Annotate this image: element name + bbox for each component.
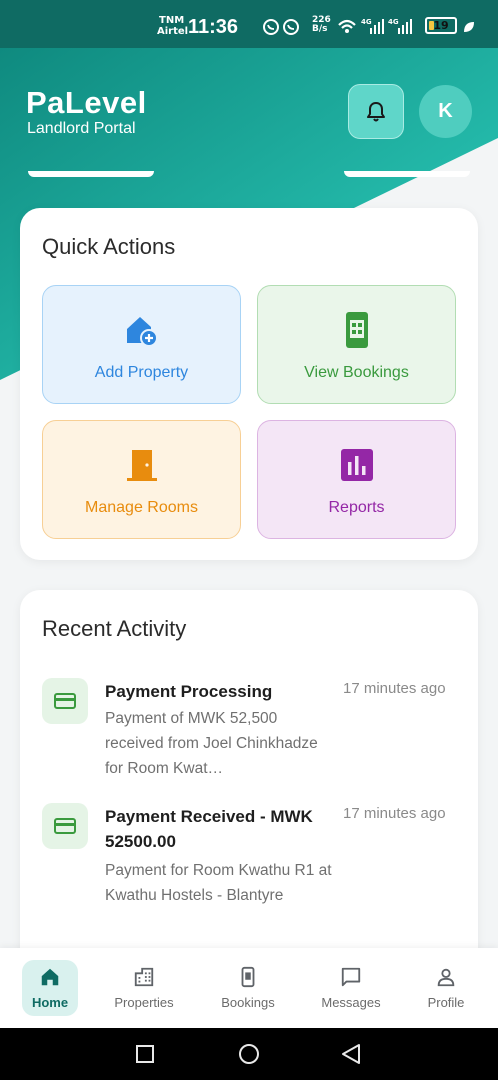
- nav-profile-label: Profile: [427, 995, 465, 1010]
- payment-icon-box: [42, 678, 88, 724]
- activity-title: Payment Processing: [105, 682, 273, 701]
- nav-bookings-label: Bookings: [221, 995, 275, 1010]
- svg-text:4G: 4G: [361, 18, 372, 26]
- clock: 11:36: [188, 16, 239, 38]
- reports-button[interactable]: Reports: [257, 420, 456, 539]
- home-system-icon[interactable]: [239, 1044, 259, 1064]
- bottom-navigation: Home Properties Bookings Messages Profil…: [0, 948, 498, 1028]
- reports-label: Reports: [328, 499, 385, 516]
- whatsapp-icon: [263, 19, 299, 35]
- activity-time: 17 minutes ago: [343, 680, 446, 697]
- quick-actions-title: Quick Actions: [42, 234, 176, 259]
- credit-card-icon: [54, 693, 76, 709]
- nav-properties-label: Properties: [114, 995, 174, 1010]
- activity-time: 17 minutes ago: [343, 805, 446, 822]
- system-navigation-bar: [0, 1028, 498, 1080]
- nav-messages[interactable]: Messages: [311, 948, 391, 1028]
- battery-indicator: 19: [425, 17, 457, 34]
- message-icon: [341, 967, 361, 987]
- manage-rooms-button[interactable]: Manage Rooms: [42, 420, 241, 539]
- quick-actions-card: Quick Actions Add Property View Bookings: [20, 208, 478, 560]
- view-bookings-label: View Bookings: [304, 364, 409, 381]
- whatsapp-notification-icons: [263, 18, 303, 40]
- recents-icon[interactable]: [136, 1045, 154, 1063]
- battery-level: 19: [433, 19, 449, 32]
- back-icon[interactable]: [342, 1044, 360, 1064]
- net-speed-unit: B/s: [312, 24, 328, 34]
- nav-messages-label: Messages: [321, 995, 381, 1010]
- activity-description: Payment for Room Kwathu R1 at Kwathu Hos…: [105, 862, 332, 904]
- home-icon: [41, 968, 59, 986]
- carrier-airtel: Airtel: [157, 26, 189, 37]
- add-property-label: Add Property: [94, 364, 189, 381]
- activity-description: Payment of MWK 52,500 received from Joel…: [105, 710, 318, 777]
- recent-activity-title: Recent Activity: [42, 616, 187, 641]
- stat-card-edge: [28, 171, 154, 177]
- app-brand: PaLevel: [26, 85, 147, 120]
- nav-home[interactable]: Home: [22, 948, 78, 1028]
- activity-title: Payment Received - MWK 52500.00: [105, 807, 313, 851]
- manage-rooms-label: Manage Rooms: [85, 499, 198, 516]
- nav-bookings[interactable]: Bookings: [208, 948, 288, 1028]
- avatar[interactable]: K: [419, 85, 472, 138]
- booking-icon: [241, 966, 255, 988]
- add-property-button[interactable]: Add Property: [42, 285, 241, 404]
- door-icon: [126, 450, 157, 481]
- payment-icon-box: [42, 803, 88, 849]
- leaf-icon: [464, 22, 474, 32]
- credit-card-icon: [54, 818, 76, 834]
- carrier-tnm: TNM: [159, 15, 185, 26]
- person-icon: [437, 968, 455, 987]
- bar-chart-icon: [340, 449, 373, 481]
- building-icon: [134, 967, 154, 987]
- carrier-label: TNM Airtel: [157, 15, 188, 37]
- stat-card-edge: [344, 171, 470, 177]
- network-speed: 226 B/s: [312, 16, 331, 34]
- bell-icon: [367, 101, 385, 121]
- nav-profile[interactable]: Profile: [406, 948, 486, 1028]
- booking-icon: [345, 312, 368, 348]
- recent-activity-card: Recent Activity Payment Processing Payme…: [20, 590, 478, 1010]
- portal-subtitle: Landlord Portal: [27, 120, 136, 137]
- status-bar: TNM Airtel 11:36 226 B/s 4G 4G 19: [0, 0, 498, 48]
- nav-home-label: Home: [31, 995, 69, 1010]
- notifications-button[interactable]: [348, 84, 404, 139]
- nav-properties[interactable]: Properties: [104, 948, 184, 1028]
- home-add-icon: [126, 317, 158, 347]
- svg-text:4G: 4G: [388, 18, 399, 26]
- view-bookings-button[interactable]: View Bookings: [257, 285, 456, 404]
- signal-wifi-icons: 4G 4G: [338, 18, 412, 34]
